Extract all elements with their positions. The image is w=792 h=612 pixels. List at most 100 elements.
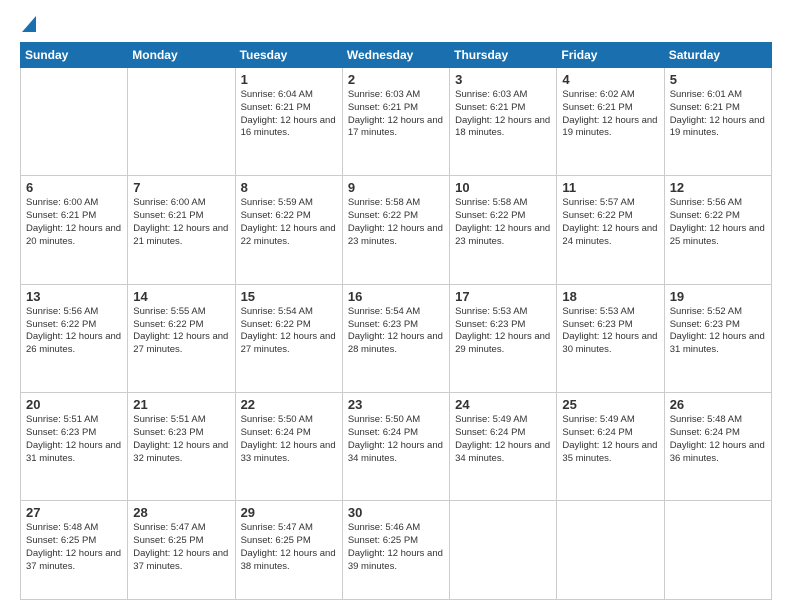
day-number: 3 [455,72,551,87]
day-info: Sunrise: 5:47 AM Sunset: 6:25 PM Dayligh… [241,522,337,573]
calendar-cell: 9 Sunrise: 5:58 AM Sunset: 6:22 PM Daylig… [342,176,449,284]
calendar-cell: 13Sunrise: 5:56 AM Sunset: 6:22 PM Dayli… [21,284,128,392]
day-number: 28 [133,505,229,520]
calendar-cell [557,501,664,600]
calendar-table: SundayMondayTuesdayWednesdayThursdayFrid… [20,42,772,600]
day-info: Sunrise: 5:59 AM Sunset: 6:22 PM Dayligh… [241,197,337,248]
day-number: 4 [562,72,658,87]
day-info: Sunrise: 5:51 AM Sunset: 6:23 PM Dayligh… [133,414,229,465]
calendar-cell: 29 Sunrise: 5:47 AM Sunset: 6:25 PM Dayli… [235,501,342,600]
week-row-2: 6 Sunrise: 6:00 AM Sunset: 6:21 PM Daylig… [21,176,772,284]
calendar-cell: 2 Sunrise: 6:03 AM Sunset: 6:21 PM Daylig… [342,68,449,176]
day-info: Sunrise: 5:48 AM Sunset: 6:24 PM Dayligh… [670,414,766,465]
day-number: 20 [26,397,122,412]
day-info: Sunrise: 5:54 AM Sunset: 6:22 PM Dayligh… [241,306,337,357]
day-info: Sunrise: 5:50 AM Sunset: 6:24 PM Dayligh… [348,414,444,465]
day-info: Sunrise: 5:53 AM Sunset: 6:23 PM Dayligh… [562,306,658,357]
calendar-cell: 26 Sunrise: 5:48 AM Sunset: 6:24 PM Dayli… [664,393,771,501]
calendar-cell: 20 Sunrise: 5:51 AM Sunset: 6:23 PM Dayli… [21,393,128,501]
day-info: Sunrise: 6:00 AM Sunset: 6:21 PM Dayligh… [26,197,122,248]
day-number: 16 [348,289,444,304]
weekday-header-row: SundayMondayTuesdayWednesdayThursdayFrid… [21,43,772,68]
week-row-3: 13Sunrise: 5:56 AM Sunset: 6:22 PM Dayli… [21,284,772,392]
week-row-5: 27 Sunrise: 5:48 AM Sunset: 6:25 PM Dayli… [21,501,772,600]
day-number: 7 [133,180,229,195]
day-info: Sunrise: 5:49 AM Sunset: 6:24 PM Dayligh… [455,414,551,465]
logo-triangle-icon [22,16,36,32]
calendar-cell: 19Sunrise: 5:52 AM Sunset: 6:23 PM Dayli… [664,284,771,392]
calendar-cell [21,68,128,176]
calendar-cell [664,501,771,600]
day-number: 9 [348,180,444,195]
day-number: 17 [455,289,551,304]
day-number: 6 [26,180,122,195]
calendar-cell: 6 Sunrise: 6:00 AM Sunset: 6:21 PM Daylig… [21,176,128,284]
calendar-cell: 15 Sunrise: 5:54 AM Sunset: 6:22 PM Dayli… [235,284,342,392]
day-number: 18 [562,289,658,304]
day-info: Sunrise: 5:56 AM Sunset: 6:22 PM Dayligh… [670,197,766,248]
day-number: 1 [241,72,337,87]
day-info: Sunrise: 6:02 AM Sunset: 6:21 PM Dayligh… [562,89,658,140]
day-info: Sunrise: 6:01 AM Sunset: 6:21 PM Dayligh… [670,89,766,140]
weekday-header-thursday: Thursday [450,43,557,68]
day-number: 2 [348,72,444,87]
day-number: 8 [241,180,337,195]
calendar-cell: 27 Sunrise: 5:48 AM Sunset: 6:25 PM Dayli… [21,501,128,600]
day-info: Sunrise: 5:58 AM Sunset: 6:22 PM Dayligh… [455,197,551,248]
calendar-cell: 14Sunrise: 5:55 AM Sunset: 6:22 PM Dayli… [128,284,235,392]
day-number: 11 [562,180,658,195]
day-number: 14 [133,289,229,304]
calendar-cell: 22 Sunrise: 5:50 AM Sunset: 6:24 PM Dayli… [235,393,342,501]
day-info: Sunrise: 5:49 AM Sunset: 6:24 PM Dayligh… [562,414,658,465]
day-number: 5 [670,72,766,87]
day-info: Sunrise: 5:53 AM Sunset: 6:23 PM Dayligh… [455,306,551,357]
day-info: Sunrise: 5:58 AM Sunset: 6:22 PM Dayligh… [348,197,444,248]
day-number: 15 [241,289,337,304]
day-info: Sunrise: 5:46 AM Sunset: 6:25 PM Dayligh… [348,522,444,573]
calendar-cell: 28Sunrise: 5:47 AM Sunset: 6:25 PM Dayli… [128,501,235,600]
weekday-header-friday: Friday [557,43,664,68]
day-info: Sunrise: 5:48 AM Sunset: 6:25 PM Dayligh… [26,522,122,573]
page: SundayMondayTuesdayWednesdayThursdayFrid… [0,0,792,612]
calendar-cell: 18 Sunrise: 5:53 AM Sunset: 6:23 PM Dayli… [557,284,664,392]
day-info: Sunrise: 5:57 AM Sunset: 6:22 PM Dayligh… [562,197,658,248]
calendar-cell: 23 Sunrise: 5:50 AM Sunset: 6:24 PM Dayli… [342,393,449,501]
day-number: 22 [241,397,337,412]
calendar-cell: 5 Sunrise: 6:01 AM Sunset: 6:21 PM Daylig… [664,68,771,176]
calendar-cell: 21Sunrise: 5:51 AM Sunset: 6:23 PM Dayli… [128,393,235,501]
logo-text [20,16,36,32]
calendar-cell: 10 Sunrise: 5:58 AM Sunset: 6:22 PM Dayli… [450,176,557,284]
calendar-cell [128,68,235,176]
day-info: Sunrise: 6:03 AM Sunset: 6:21 PM Dayligh… [455,89,551,140]
weekday-header-sunday: Sunday [21,43,128,68]
day-number: 29 [241,505,337,520]
calendar-cell: 17 Sunrise: 5:53 AM Sunset: 6:23 PM Dayli… [450,284,557,392]
day-number: 27 [26,505,122,520]
day-number: 12 [670,180,766,195]
day-number: 10 [455,180,551,195]
calendar-cell: 7 Sunrise: 6:00 AM Sunset: 6:21 PM Daylig… [128,176,235,284]
header [20,16,772,32]
calendar-cell: 25 Sunrise: 5:49 AM Sunset: 6:24 PM Dayli… [557,393,664,501]
day-info: Sunrise: 5:52 AM Sunset: 6:23 PM Dayligh… [670,306,766,357]
day-info: Sunrise: 5:50 AM Sunset: 6:24 PM Dayligh… [241,414,337,465]
day-info: Sunrise: 6:03 AM Sunset: 6:21 PM Dayligh… [348,89,444,140]
day-number: 24 [455,397,551,412]
day-info: Sunrise: 5:54 AM Sunset: 6:23 PM Dayligh… [348,306,444,357]
week-row-4: 20 Sunrise: 5:51 AM Sunset: 6:23 PM Dayli… [21,393,772,501]
calendar-cell: 24 Sunrise: 5:49 AM Sunset: 6:24 PM Dayli… [450,393,557,501]
weekday-header-tuesday: Tuesday [235,43,342,68]
day-number: 26 [670,397,766,412]
calendar-cell: 30 Sunrise: 5:46 AM Sunset: 6:25 PM Dayli… [342,501,449,600]
calendar-cell: 3 Sunrise: 6:03 AM Sunset: 6:21 PM Daylig… [450,68,557,176]
day-info: Sunrise: 6:04 AM Sunset: 6:21 PM Dayligh… [241,89,337,140]
day-info: Sunrise: 6:00 AM Sunset: 6:21 PM Dayligh… [133,197,229,248]
day-number: 13 [26,289,122,304]
day-number: 23 [348,397,444,412]
calendar-cell: 8 Sunrise: 5:59 AM Sunset: 6:22 PM Daylig… [235,176,342,284]
day-number: 25 [562,397,658,412]
weekday-header-monday: Monday [128,43,235,68]
day-number: 30 [348,505,444,520]
day-info: Sunrise: 5:51 AM Sunset: 6:23 PM Dayligh… [26,414,122,465]
calendar-cell: 4 Sunrise: 6:02 AM Sunset: 6:21 PM Daylig… [557,68,664,176]
